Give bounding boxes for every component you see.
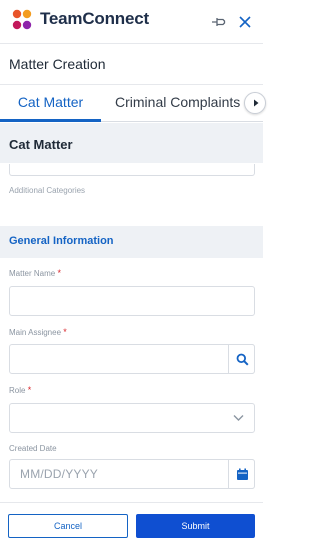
- role-label-text: Role: [9, 386, 26, 395]
- required-marker: *: [57, 268, 61, 278]
- assignee-search-button[interactable]: [228, 344, 255, 374]
- main-assignee-label-text: Main Assignee: [9, 328, 62, 337]
- matter-name-label-text: Matter Name: [9, 269, 56, 278]
- footer-divider: [0, 502, 263, 503]
- created-date-placeholder: MM/DD/YYYY: [20, 467, 99, 481]
- chevron-down-icon: [233, 415, 244, 421]
- page-title: Matter Creation: [9, 56, 106, 72]
- created-date-label: Created Date: [9, 444, 57, 453]
- pin-icon[interactable]: [209, 12, 229, 32]
- cat-matter-section-title: Cat Matter: [9, 137, 73, 152]
- chevron-right-icon: [254, 99, 259, 107]
- created-date-input[interactable]: MM/DD/YYYY: [9, 459, 255, 489]
- additional-categories-field[interactable]: [9, 164, 255, 176]
- calendar-icon: [237, 468, 248, 480]
- teamconnect-logo-icon: [12, 9, 32, 30]
- app-header: TeamConnect: [0, 0, 263, 44]
- main-assignee-label: Main Assignee *: [9, 327, 67, 337]
- matter-name-input[interactable]: [9, 286, 255, 316]
- tab-scroll-next-button[interactable]: [244, 92, 266, 114]
- close-icon[interactable]: [235, 12, 255, 32]
- tab-bar: Cat Matter Criminal Complaints: [0, 85, 266, 122]
- cancel-button[interactable]: Cancel: [8, 514, 128, 538]
- main-assignee-input[interactable]: [9, 344, 255, 374]
- submit-button[interactable]: Submit: [136, 514, 255, 538]
- calendar-button[interactable]: [228, 459, 255, 489]
- additional-categories-label: Additional Categories: [9, 186, 86, 195]
- role-label: Role *: [9, 385, 31, 395]
- matter-name-label: Matter Name *: [9, 268, 61, 278]
- general-information-title: General Information: [9, 235, 114, 247]
- required-marker: *: [63, 327, 67, 337]
- role-select[interactable]: [9, 403, 255, 433]
- brand-name: TeamConnect: [40, 9, 149, 28]
- tab-cat-matter[interactable]: Cat Matter: [0, 85, 101, 122]
- search-icon: [236, 353, 249, 366]
- required-marker: *: [27, 385, 32, 395]
- tab-criminal-complaints[interactable]: Criminal Complaints: [115, 85, 245, 122]
